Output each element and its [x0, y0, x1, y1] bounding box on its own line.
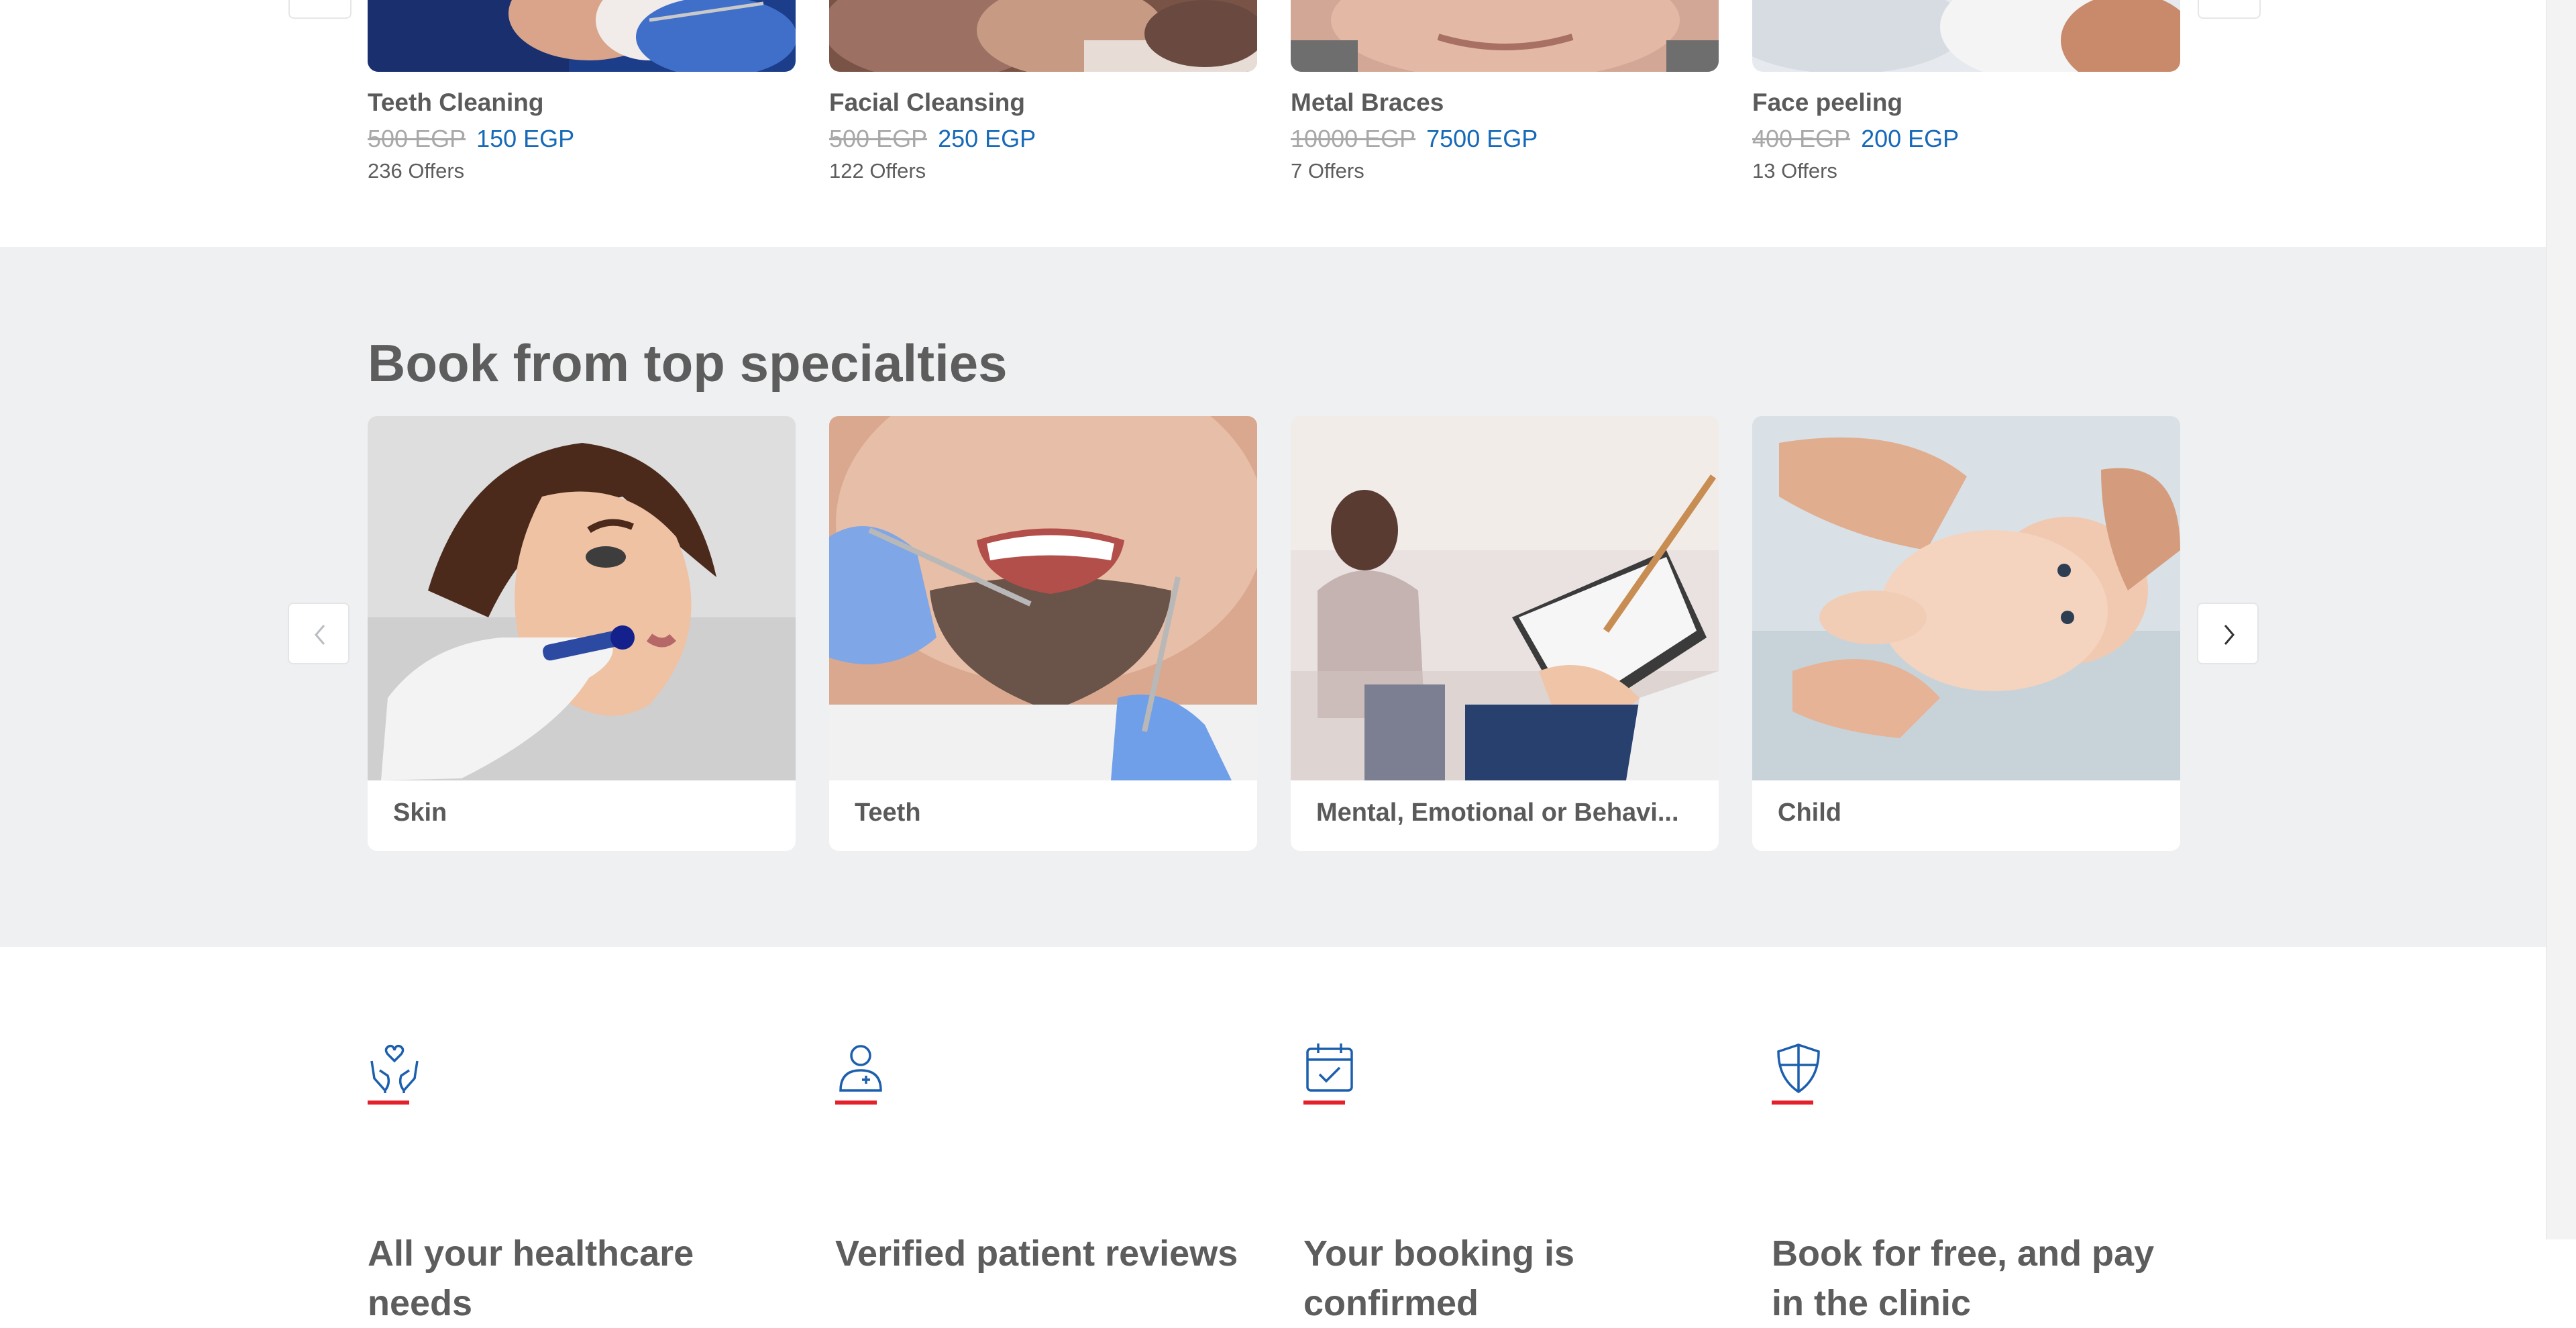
- offer-price: 500 EGP 250 EGP: [829, 125, 1036, 153]
- page: Teeth Cleaning 500 EGP 150 EGP 236 Offers…: [0, 0, 2546, 1323]
- specialties-prev-button[interactable]: [288, 603, 350, 664]
- specialty-label: Teeth: [855, 799, 921, 827]
- offer-count: 7 Offers: [1291, 159, 1364, 183]
- feature-booking-confirmed: Your booking is confirmed: [1303, 1041, 1719, 1323]
- patient-verified-icon: [839, 1045, 882, 1092]
- section-title: Book from top specialties: [368, 334, 1008, 393]
- chevron-right-icon: [2224, 625, 2235, 645]
- offer-old-price: 400 EGP: [1752, 125, 1851, 152]
- offer-price: 10000 EGP 7500 EGP: [1291, 125, 1538, 153]
- offer-name: Face peeling: [1752, 89, 1903, 116]
- offers-section: Teeth Cleaning 500 EGP 150 EGP 236 Offers…: [0, 0, 2546, 247]
- specialty-card-child[interactable]: Child: [1752, 416, 2180, 851]
- offer-old-price: 500 EGP: [829, 125, 928, 152]
- offer-card-face-peeling[interactable]: Face peeling 400 EGP 200 EGP 13 Offers: [1752, 0, 2180, 183]
- specialty-label: Mental, Emotional or Behavi...: [1316, 799, 1679, 827]
- feature-healthcare-needs: All your healthcare needs: [368, 1041, 784, 1323]
- offer-new-price: 7500 EGP: [1426, 125, 1538, 152]
- specialty-card-teeth[interactable]: Teeth: [829, 416, 1257, 851]
- feature-text: Book for free, and pay in the clinic: [1772, 1233, 2155, 1323]
- feature-text: Your booking is confirmed: [1303, 1233, 1574, 1323]
- specialty-image: [829, 416, 1257, 780]
- offer-price: 400 EGP 200 EGP: [1752, 125, 1959, 153]
- features-section: All your healthcare needs Verified patie…: [0, 947, 2546, 1323]
- feature-underline: [1772, 1101, 1813, 1105]
- specialty-card-mental[interactable]: Mental, Emotional or Behavi...: [1291, 416, 1719, 851]
- offer-count: 236 Offers: [368, 159, 465, 183]
- shield-icon: [1777, 1043, 1820, 1094]
- specialty-image: [1291, 416, 1719, 780]
- offers-next-button[interactable]: [2198, 0, 2261, 19]
- feature-underline: [368, 1101, 409, 1105]
- specialties-section: Book from top specialties Skin Teeth Men…: [0, 247, 2546, 947]
- offer-image: [829, 0, 1257, 72]
- offer-image: [368, 0, 796, 72]
- hands-heart-icon: [370, 1044, 419, 1093]
- feature-pay-in-clinic: Book for free, and pay in the clinic: [1772, 1041, 2188, 1323]
- specialty-image: [368, 416, 796, 780]
- offer-image: [1752, 0, 2180, 72]
- page-scrollbar[interactable]: [2546, 0, 2576, 1239]
- specialties-next-button[interactable]: [2197, 603, 2259, 664]
- offer-name: Teeth Cleaning: [368, 89, 544, 116]
- offer-count: 13 Offers: [1752, 159, 1837, 183]
- feature-verified-reviews: Verified patient reviews: [835, 1041, 1251, 1274]
- specialty-card-skin[interactable]: Skin: [368, 416, 796, 851]
- calendar-check-icon: [1306, 1043, 1353, 1092]
- feature-underline: [1303, 1101, 1345, 1105]
- offer-card-metal-braces[interactable]: Metal Braces 10000 EGP 7500 EGP 7 Offers: [1291, 0, 1719, 183]
- offer-name: Facial Cleansing: [829, 89, 1025, 116]
- offer-price: 500 EGP 150 EGP: [368, 125, 574, 153]
- offer-new-price: 250 EGP: [938, 125, 1036, 152]
- feature-text: Verified patient reviews: [835, 1233, 1238, 1274]
- feature-text: All your healthcare needs: [368, 1233, 694, 1323]
- feature-underline: [835, 1101, 877, 1105]
- offers-prev-button[interactable]: [288, 0, 352, 19]
- specialty-image: [1752, 416, 2180, 780]
- chevron-left-icon: [315, 625, 325, 645]
- offer-image: [1291, 0, 1719, 72]
- specialty-label: Skin: [393, 799, 447, 827]
- offer-new-price: 200 EGP: [1861, 125, 1960, 152]
- offer-old-price: 500 EGP: [368, 125, 466, 152]
- offer-count: 122 Offers: [829, 159, 926, 183]
- offer-old-price: 10000 EGP: [1291, 125, 1416, 152]
- specialty-label: Child: [1778, 799, 1841, 827]
- offer-card-facial-cleansing[interactable]: Facial Cleansing 500 EGP 250 EGP 122 Offe…: [829, 0, 1257, 183]
- offer-card-teeth-cleaning[interactable]: Teeth Cleaning 500 EGP 150 EGP 236 Offers: [368, 0, 796, 183]
- offer-name: Metal Braces: [1291, 89, 1444, 116]
- offer-new-price: 150 EGP: [476, 125, 575, 152]
